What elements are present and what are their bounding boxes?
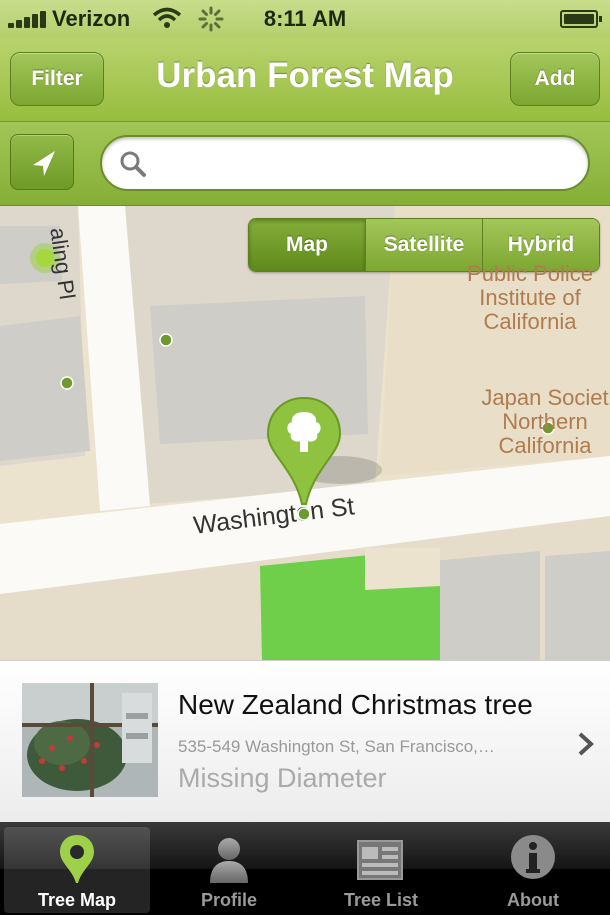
poi-label-police-institute: Public Police Institute of California (467, 261, 593, 334)
poi-label-japan-society: Japan Societ Northern California (481, 385, 609, 458)
tree-photo (22, 683, 158, 797)
location-arrow-icon (33, 151, 55, 176)
tab-about[interactable]: About (460, 827, 606, 913)
map-type-map-button[interactable]: Map (249, 219, 365, 271)
battery-icon (560, 10, 602, 28)
navigation-bar: Filter Urban Forest Map Add (0, 38, 610, 122)
tree-detail-panel[interactable]: New Zealand Christmas tree 535-549 Washi… (0, 660, 610, 822)
tree-diameter: Missing Diameter (178, 763, 387, 793)
list-icon (357, 840, 403, 880)
status-time: 8:11 AM (263, 6, 347, 31)
chevron-right-icon[interactable] (576, 731, 596, 757)
tab-label: Profile (200, 890, 257, 910)
map-pin-icon (60, 835, 94, 883)
search-bar (0, 122, 610, 206)
tab-bar: Tree Map Profile Tree List About (0, 822, 610, 915)
tree-pin-base-dot (297, 507, 311, 521)
current-location-button[interactable] (10, 134, 74, 190)
search-input[interactable] (152, 145, 572, 181)
status-bar: Verizon 8:11 AM (0, 0, 610, 38)
tab-label: Tree Map (37, 890, 117, 910)
search-field[interactable] (100, 135, 590, 191)
tab-tree-list[interactable]: Tree List (308, 827, 454, 913)
tree-name: New Zealand Christmas tree (178, 689, 533, 720)
tab-profile[interactable]: Profile (156, 827, 302, 913)
person-icon (210, 838, 248, 883)
search-icon (120, 151, 146, 177)
map-view[interactable]: Map Satellite Hybrid Public Police Insti… (0, 206, 610, 660)
tab-tree-map[interactable]: Tree Map (4, 827, 150, 913)
tab-label: About (507, 890, 559, 910)
add-button[interactable]: Add (510, 52, 600, 106)
tree-pin-icon[interactable] (264, 396, 344, 516)
tree-address: 535-549 Washington St, San Francisco,… (178, 737, 495, 756)
tab-label: Tree List (343, 890, 419, 910)
info-icon (511, 835, 555, 879)
